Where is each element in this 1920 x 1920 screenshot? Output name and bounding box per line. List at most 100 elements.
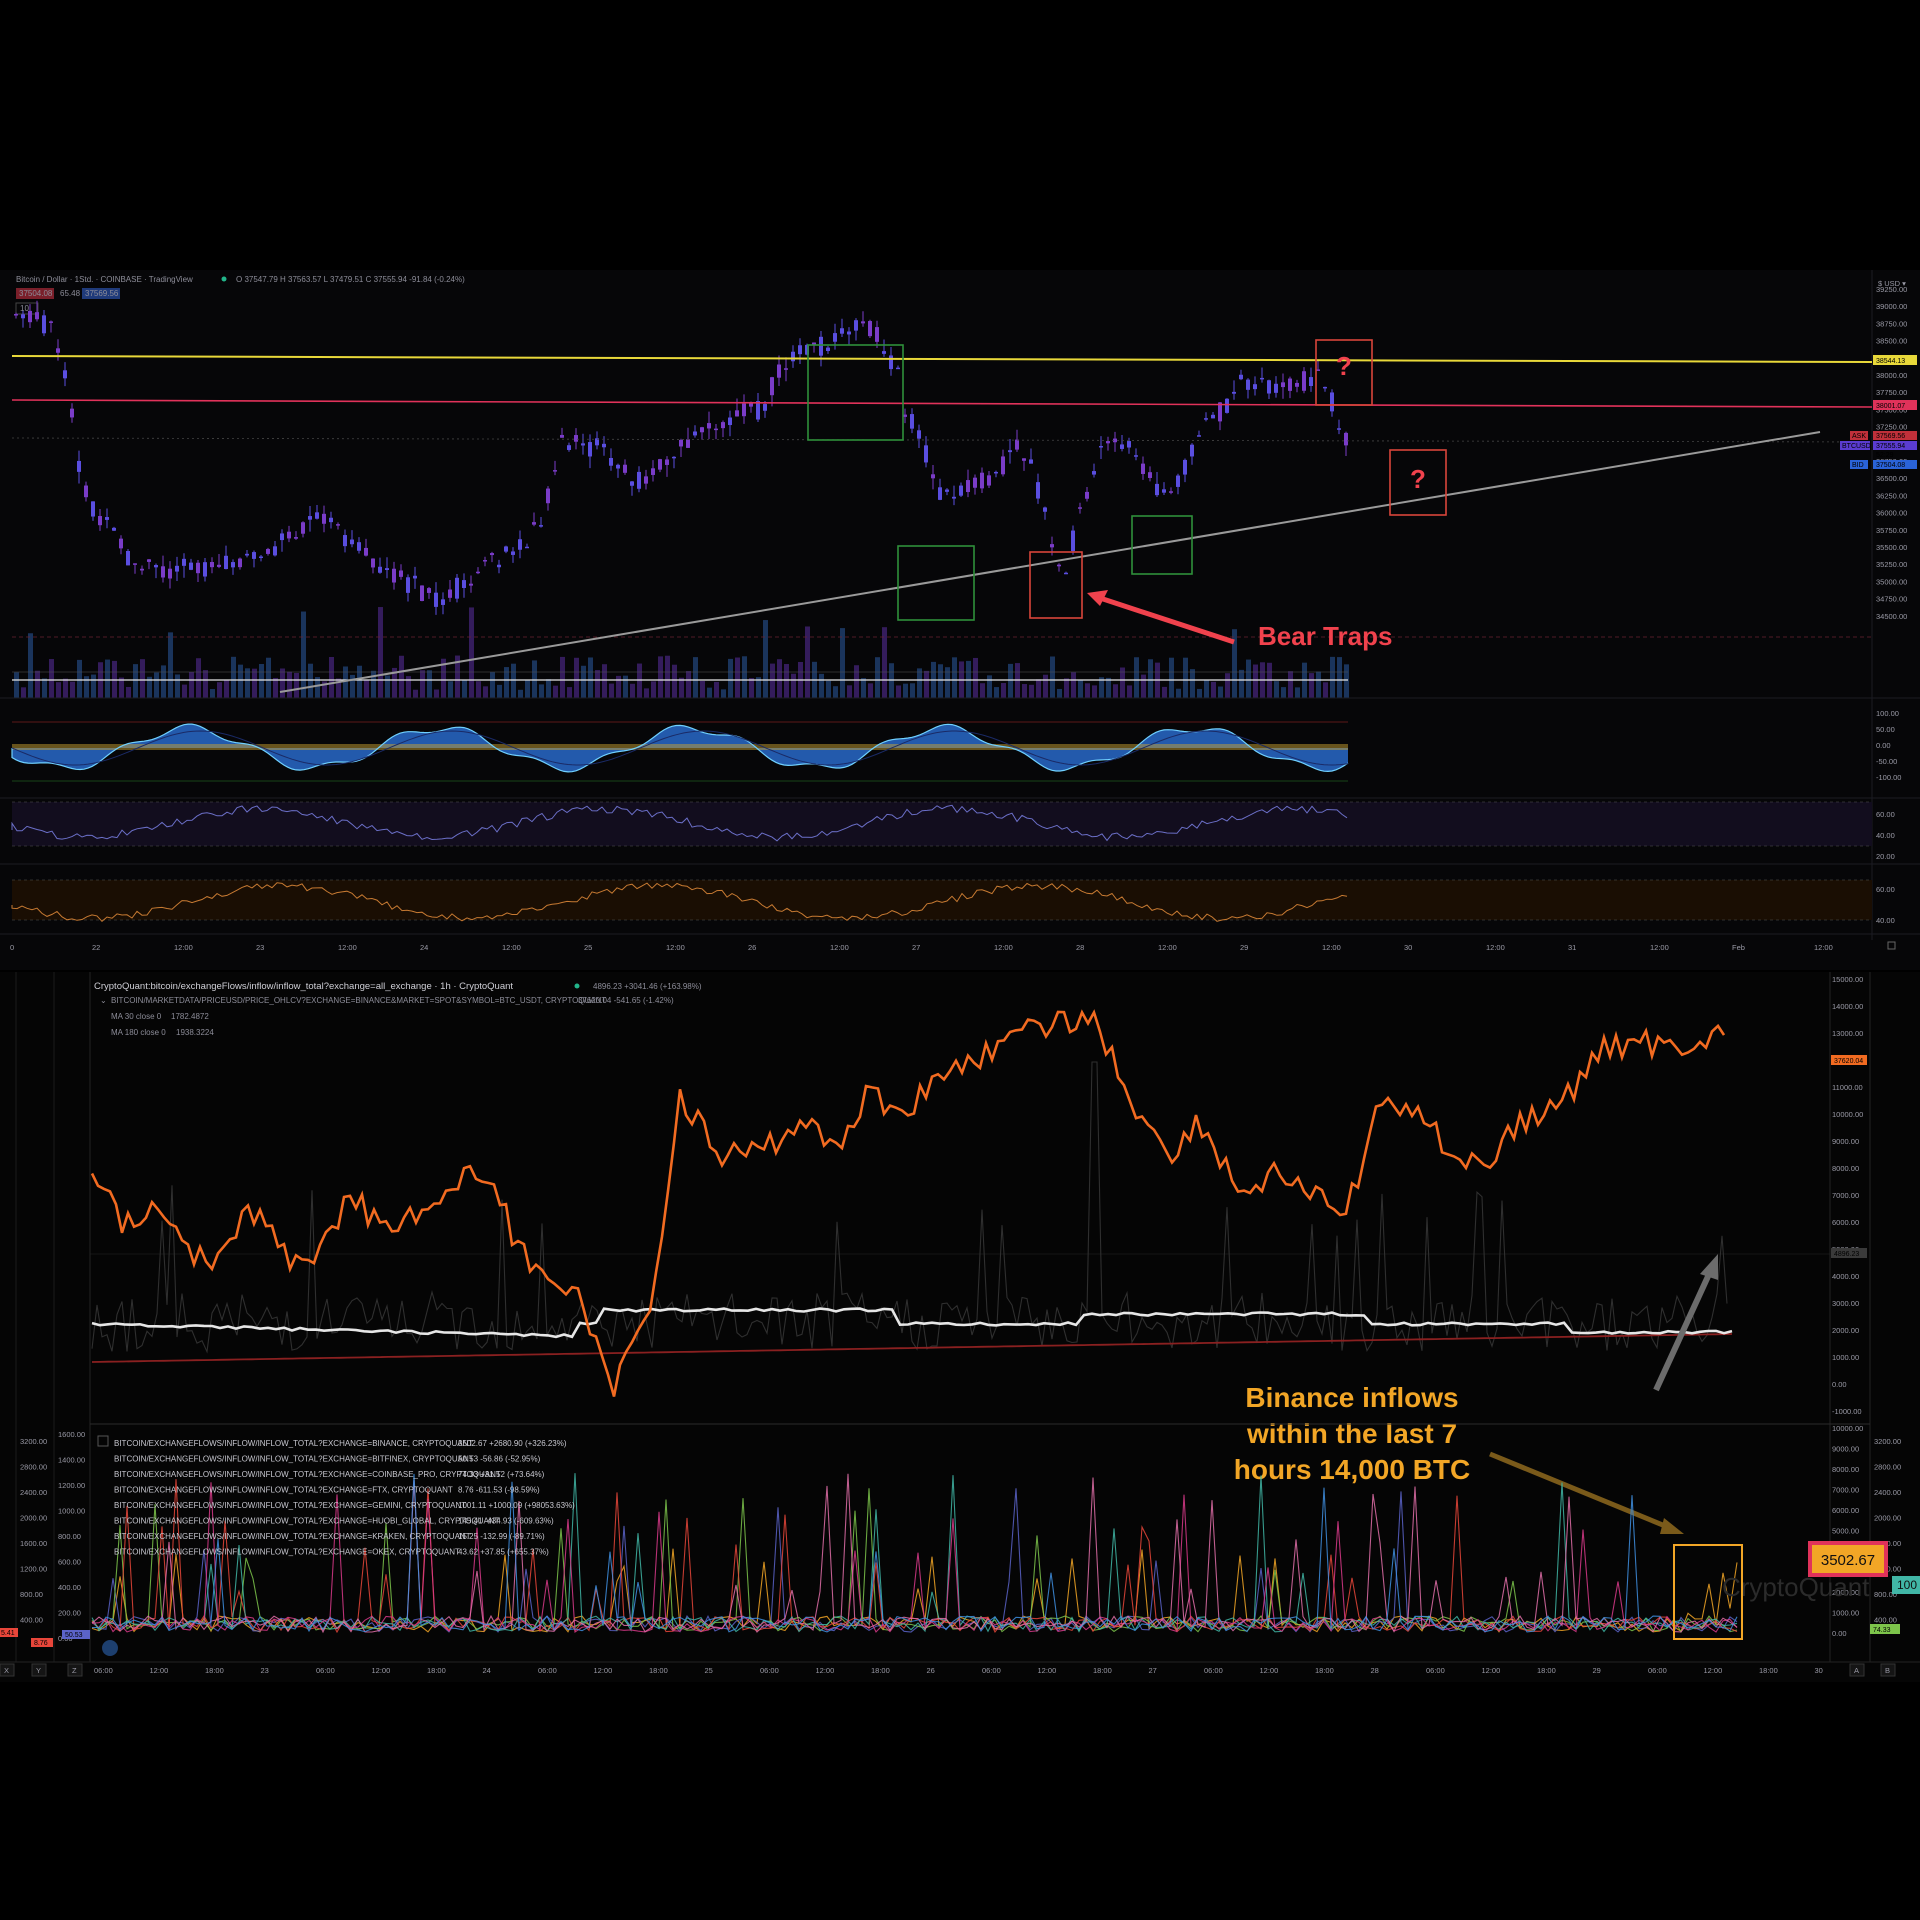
- candle-body: [1281, 382, 1285, 388]
- volume-bar: [1008, 663, 1013, 698]
- volume-bar: [917, 668, 922, 698]
- candle-body: [847, 331, 851, 335]
- volume-bar: [1022, 684, 1027, 698]
- volume-bar: [287, 671, 292, 698]
- time-axis-label: 12:00: [1650, 943, 1669, 952]
- candle-body: [252, 552, 256, 559]
- time-axis-label: 18:00: [205, 1666, 224, 1675]
- tradingview-chart-panel[interactable]: Bitcoin / Dollar · 1Std. · COINBASE · Tr…: [0, 270, 1920, 970]
- cryptoquant-chart[interactable]: CryptoQuant:bitcoin/exchangeFlows/inflow…: [0, 972, 1920, 1682]
- settings-gear-icon[interactable]: [1887, 941, 1896, 950]
- price-axis-label: 34750.00: [1876, 595, 1907, 604]
- time-axis-label: 12:00: [1260, 1666, 1279, 1675]
- candle-body: [616, 464, 620, 469]
- coinbase-value-text: 74.33: [1873, 1627, 1891, 1634]
- volume-bar: [777, 659, 782, 698]
- legend-collapse-icon[interactable]: [97, 1435, 109, 1447]
- cloud-icon[interactable]: [102, 1640, 118, 1656]
- candle-body: [1330, 392, 1334, 412]
- price-axis-label: 38000.00: [1876, 371, 1907, 380]
- candle-body: [1337, 428, 1341, 430]
- volume-bar: [56, 682, 61, 698]
- trend-line[interactable]: [279, 431, 1821, 693]
- candle-body: [728, 417, 732, 426]
- candle-body: [210, 562, 214, 568]
- axis-corner-label: Y: [36, 1666, 41, 1675]
- candle-body: [1036, 482, 1040, 499]
- time-axis-label: 29: [1240, 943, 1248, 952]
- volume-bar: [161, 665, 166, 698]
- total-inflow-line: [91, 1061, 1728, 1354]
- inflow-value-tag-text: 4896.23: [1834, 1251, 1859, 1258]
- far-left-axis-label: 2000.00: [20, 1514, 47, 1523]
- oscillator-zero-band: [12, 744, 1348, 750]
- axis-corner-buttons[interactable]: XYZAB: [0, 1663, 1896, 1677]
- time-axis[interactable]: 0 22 12:00 23 12:00 24 12:00 25 12:00 26 12:00 27 12…: [10, 943, 1833, 952]
- bottom-axis-label: 1000.00: [1832, 1609, 1859, 1618]
- volume-bar: [546, 679, 551, 698]
- volume-bar: [770, 663, 775, 698]
- volume-bar: [1246, 659, 1251, 698]
- candle-body: [329, 517, 333, 523]
- time-axis-label: 30: [1404, 943, 1412, 952]
- time-axis-label: 12:00: [502, 943, 521, 952]
- candle-body: [1302, 371, 1306, 391]
- support-box-1[interactable]: [897, 545, 975, 621]
- candle-body: [1141, 463, 1145, 474]
- top-axis-label: 4000.00: [1832, 1272, 1859, 1281]
- oscillator-axis-label: -100.00: [1876, 773, 1901, 782]
- volume-bar: [245, 668, 250, 698]
- cryptoquant-chart-panel[interactable]: CryptoQuant:bitcoin/exchangeFlows/inflow…: [0, 972, 1920, 1682]
- collapse-chevron-icon[interactable]: ⌄: [100, 996, 107, 1005]
- support-box-2[interactable]: [1131, 515, 1193, 575]
- binance-arrow-icon: [1660, 1518, 1684, 1534]
- candle-body: [714, 428, 718, 431]
- top-axis-label: 15000.00: [1832, 975, 1863, 984]
- candle-body: [245, 553, 249, 556]
- bottom-axis-label: 7000.00: [1832, 1486, 1859, 1495]
- volume-bar: [847, 685, 852, 698]
- price-series-name: BITCOIN/MARKETDATA/PRICEUSD/PRICE_OHLCV?…: [111, 996, 606, 1005]
- resistance-line-red[interactable]: [11, 399, 1873, 408]
- candle-body: [798, 345, 802, 355]
- time-axis-label: 06:00: [1426, 1666, 1445, 1675]
- bottom-left-axis-label: 1000.00: [58, 1507, 85, 1516]
- volume-bar: [567, 687, 572, 698]
- candle-body: [63, 370, 67, 379]
- volume-bar: [126, 686, 131, 698]
- time-axis-label: 12:00: [994, 943, 1013, 952]
- candle-body: [980, 472, 984, 489]
- candle-body: [504, 546, 508, 552]
- candle-body: [147, 559, 151, 562]
- time-axis[interactable]: 06:00 12:00 18:00 23 06:00 12:00 18:00 24 06:00 1…: [94, 1666, 1823, 1675]
- bottom-value-axis[interactable]: 10000.00 9000.00 8000.00 7000.00 6000.00 5000…: [1832, 1424, 1863, 1638]
- bottom-left-value-axis: 1600.00 1400.00 1200.00 1000.00 800.00 600.00…: [58, 1430, 85, 1643]
- volume-bar: [77, 659, 82, 698]
- time-axis-label: 23: [261, 1666, 269, 1675]
- volume-bar: [525, 680, 530, 698]
- volume-bar: [938, 664, 943, 698]
- candle-body: [1001, 456, 1005, 475]
- candle-body: [476, 571, 480, 574]
- oscillator-axis-label: 0.00: [1876, 741, 1891, 750]
- volume-bar: [371, 670, 376, 698]
- candle-body: [532, 522, 536, 525]
- resistance-line-yellow[interactable]: [11, 355, 1873, 363]
- top-value-axis[interactable]: 15000.0014000.0013000.0012000.0011000.00…: [1832, 975, 1863, 1416]
- volume-bar: [854, 665, 859, 698]
- volume-bar: [21, 687, 26, 698]
- wave-oscillator-pane[interactable]: [11, 721, 1349, 782]
- volume-bar: [1064, 678, 1069, 698]
- candle-body: [1148, 472, 1152, 478]
- volume-bar: [1330, 656, 1335, 698]
- time-axis-label: 12:00: [1482, 1666, 1501, 1675]
- candle-body: [91, 501, 95, 517]
- time-axis-label: 12:00: [174, 943, 193, 952]
- volume-bar: [1050, 656, 1055, 698]
- price-axis-label: 36000.00: [1876, 509, 1907, 518]
- candle-body: [945, 489, 949, 492]
- time-axis-label: 06:00: [1204, 1666, 1223, 1675]
- candle-body: [1162, 489, 1166, 493]
- exchange-legend-values: 15.25 -132.99 (-89.71%): [458, 1532, 545, 1541]
- tradingview-chart[interactable]: Bitcoin / Dollar · 1Std. · COINBASE · Tr…: [0, 270, 1920, 970]
